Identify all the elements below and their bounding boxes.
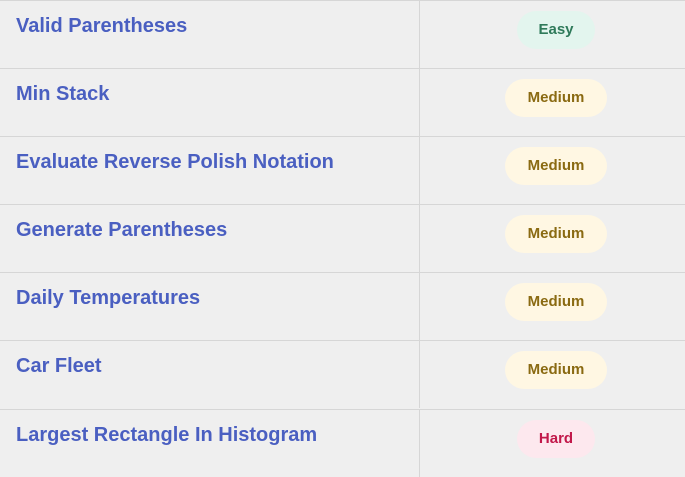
difficulty-badge: Medium [505, 351, 607, 389]
difficulty-cell: Medium [421, 341, 685, 408]
problem-link[interactable]: Largest Rectangle In Histogram [16, 424, 317, 447]
problem-name-cell: Daily Temperatures [0, 273, 420, 340]
difficulty-cell: Medium [421, 69, 685, 136]
difficulty-badge: Medium [505, 79, 607, 117]
difficulty-badge: Hard [517, 420, 595, 458]
table-row: Daily Temperatures Medium [0, 272, 685, 340]
problem-link[interactable]: Car Fleet [16, 355, 102, 378]
table-row: Car Fleet Medium [0, 340, 685, 408]
problem-link[interactable]: Evaluate Reverse Polish Notation [16, 151, 334, 174]
problem-link[interactable]: Min Stack [16, 83, 109, 106]
difficulty-cell: Medium [421, 137, 685, 204]
difficulty-cell: Medium [421, 205, 685, 272]
problem-table: Valid Parentheses Easy Min Stack Medium … [0, 0, 685, 477]
difficulty-badge: Easy [517, 11, 595, 49]
problem-name-cell: Generate Parentheses [0, 205, 420, 272]
difficulty-cell: Medium [421, 273, 685, 340]
difficulty-badge: Medium [505, 215, 607, 253]
difficulty-badge: Medium [505, 147, 607, 185]
difficulty-cell: Easy [421, 1, 685, 68]
problem-name-cell: Valid Parentheses [0, 1, 420, 68]
table-row: Min Stack Medium [0, 68, 685, 136]
problem-link[interactable]: Daily Temperatures [16, 287, 200, 310]
problem-link[interactable]: Generate Parentheses [16, 219, 227, 242]
difficulty-cell: Hard [421, 410, 685, 477]
table-row: Largest Rectangle In Histogram Hard [0, 409, 685, 477]
table-row: Evaluate Reverse Polish Notation Medium [0, 136, 685, 204]
problem-name-cell: Car Fleet [0, 341, 420, 408]
table-row: Generate Parentheses Medium [0, 204, 685, 272]
problem-name-cell: Evaluate Reverse Polish Notation [0, 137, 420, 204]
difficulty-badge: Medium [505, 283, 607, 321]
problem-name-cell: Largest Rectangle In Histogram [0, 410, 420, 477]
table-row: Valid Parentheses Easy [0, 0, 685, 68]
problem-link[interactable]: Valid Parentheses [16, 15, 187, 38]
problem-name-cell: Min Stack [0, 69, 420, 136]
